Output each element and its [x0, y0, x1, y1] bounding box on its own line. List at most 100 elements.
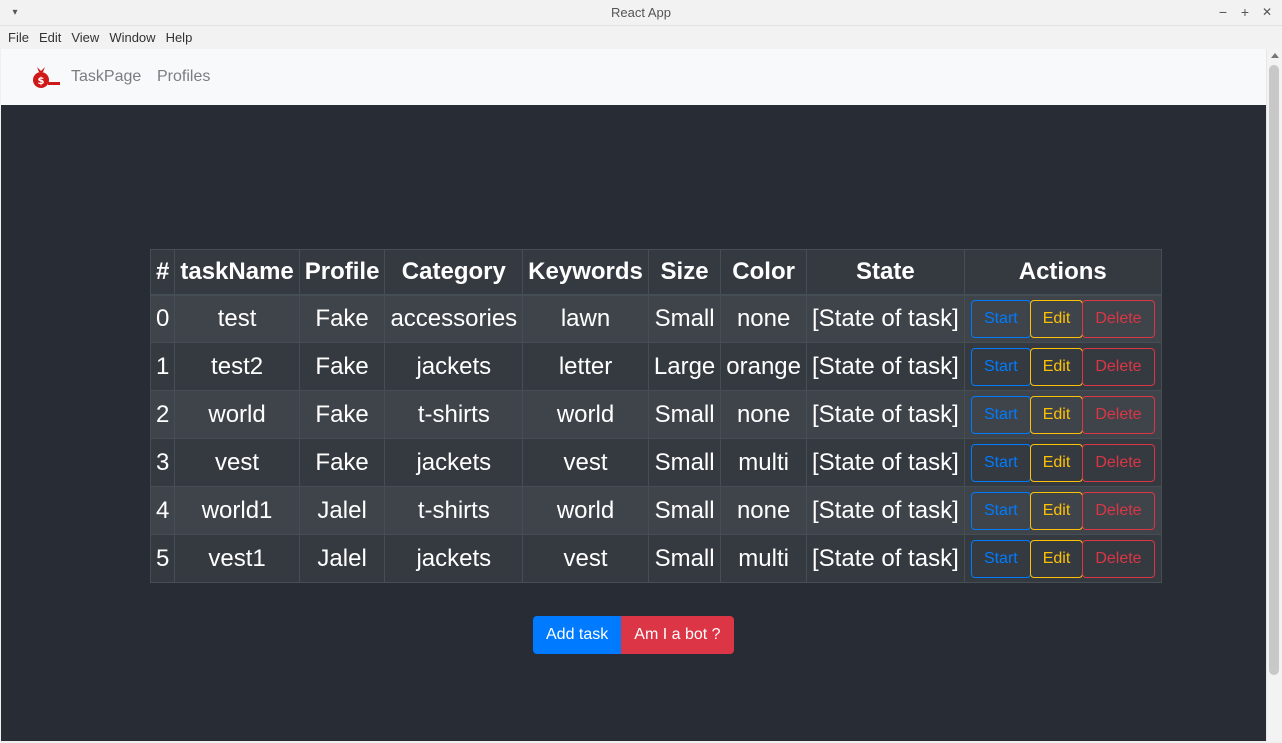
cell-color: none	[720, 486, 807, 535]
cell-actions: Start Edit Delete	[963, 342, 1162, 391]
cell-keywords: vest	[522, 438, 649, 487]
nav-link-profiles[interactable]: Profiles	[157, 67, 210, 87]
cell-size: Small	[647, 534, 722, 583]
table-row: 4 world1 Jalel t-shirts world Small none…	[149, 486, 1162, 535]
delete-button[interactable]: Delete	[1082, 299, 1155, 338]
edit-button[interactable]: Edit	[1029, 539, 1084, 578]
window-titlebar: ▾ React App − + ✕	[0, 0, 1282, 26]
table-row: 1 test2 Fake jackets letter Large orange…	[149, 342, 1162, 391]
cell-color: multi	[720, 534, 807, 583]
cell-keywords: letter	[522, 342, 649, 391]
minimize-icon[interactable]: −	[1214, 3, 1232, 21]
svg-text:$: $	[38, 76, 45, 87]
cell-category: jackets	[384, 438, 524, 487]
nav-link-taskpage[interactable]: TaskPage	[71, 67, 141, 87]
cell-category: jackets	[384, 534, 524, 583]
cell-index: 0	[149, 294, 176, 343]
delete-button[interactable]: Delete	[1082, 491, 1155, 530]
column-header-state: State	[806, 249, 965, 295]
page-viewport: $ TaskPage Profiles # taskName Profile C…	[1, 49, 1266, 741]
edit-button[interactable]: Edit	[1029, 347, 1084, 386]
cell-taskname: world1	[174, 486, 300, 535]
cell-state: [State of task]	[806, 294, 965, 343]
edit-button[interactable]: Edit	[1029, 443, 1084, 482]
column-header-profile: Profile	[298, 249, 386, 295]
cell-taskname: vest	[174, 438, 300, 487]
cell-actions: Start Edit Delete	[963, 534, 1162, 583]
menu-help[interactable]: Help	[161, 28, 198, 48]
delete-button[interactable]: Delete	[1082, 539, 1155, 578]
cell-index: 3	[149, 438, 176, 487]
column-header-category: Category	[384, 249, 524, 295]
cell-profile: Fake	[298, 438, 386, 487]
maximize-icon[interactable]: +	[1236, 3, 1254, 21]
cell-size: Small	[647, 294, 722, 343]
cell-color: none	[720, 294, 807, 343]
cell-profile: Jalel	[298, 534, 386, 583]
add-task-button[interactable]: Add task	[533, 616, 622, 654]
cell-actions: Start Edit Delete	[963, 438, 1162, 487]
am-i-a-bot-button[interactable]: Am I a bot ?	[621, 616, 734, 654]
cell-state: [State of task]	[806, 438, 965, 487]
cell-state: [State of task]	[806, 534, 965, 583]
cell-size: Small	[647, 486, 722, 535]
cell-keywords: vest	[522, 534, 649, 583]
start-button[interactable]: Start	[970, 539, 1031, 578]
cell-category: t-shirts	[384, 486, 524, 535]
menu-file[interactable]: File	[3, 28, 34, 48]
cell-actions: Start Edit Delete	[963, 390, 1162, 439]
start-button[interactable]: Start	[970, 299, 1031, 338]
table-row: 5 vest1 Jalel jackets vest Small multi […	[149, 534, 1162, 583]
table-header-row: # taskName Profile Category Keywords Siz…	[149, 249, 1162, 295]
cell-index: 2	[149, 390, 176, 439]
edit-button[interactable]: Edit	[1029, 395, 1084, 434]
money-bag-icon[interactable]: $	[31, 65, 61, 89]
cell-keywords: world	[522, 390, 649, 439]
cell-category: jackets	[384, 342, 524, 391]
delete-button[interactable]: Delete	[1082, 395, 1155, 434]
cell-actions: Start Edit Delete	[963, 486, 1162, 535]
vertical-scrollbar[interactable]	[1266, 49, 1281, 741]
delete-button[interactable]: Delete	[1082, 443, 1155, 482]
cell-profile: Fake	[298, 390, 386, 439]
cell-size: Small	[647, 438, 722, 487]
menu-window[interactable]: Window	[104, 28, 160, 48]
edit-button[interactable]: Edit	[1029, 299, 1084, 338]
cell-profile: Jalel	[298, 486, 386, 535]
cell-index: 1	[149, 342, 176, 391]
cell-color: multi	[720, 438, 807, 487]
start-button[interactable]: Start	[970, 395, 1031, 434]
edit-button[interactable]: Edit	[1029, 491, 1084, 530]
start-button[interactable]: Start	[970, 491, 1031, 530]
start-button[interactable]: Start	[970, 443, 1031, 482]
table-row: 2 world Fake t-shirts world Small none […	[149, 390, 1162, 439]
cell-color: none	[720, 390, 807, 439]
menu-edit[interactable]: Edit	[34, 28, 66, 48]
delete-button[interactable]: Delete	[1082, 347, 1155, 386]
menubar: File Edit View Window Help	[0, 26, 1282, 49]
cell-index: 5	[149, 534, 176, 583]
cell-index: 4	[149, 486, 176, 535]
cell-category: accessories	[384, 294, 524, 343]
column-header-index: #	[149, 249, 176, 295]
cell-state: [State of task]	[806, 342, 965, 391]
table-row: 3 vest Fake jackets vest Small multi [St…	[149, 438, 1162, 487]
cell-category: t-shirts	[384, 390, 524, 439]
column-header-actions: Actions	[963, 249, 1162, 295]
cell-keywords: lawn	[522, 294, 649, 343]
cell-taskname: test	[174, 294, 300, 343]
menu-view[interactable]: View	[66, 28, 104, 48]
cell-taskname: world	[174, 390, 300, 439]
scrollbar-thumb[interactable]	[1269, 65, 1279, 675]
close-icon[interactable]: ✕	[1258, 3, 1276, 21]
bottom-button-group: Add task Am I a bot ?	[533, 616, 734, 654]
window-title: React App	[611, 5, 671, 20]
scroll-up-arrow-icon[interactable]	[1271, 53, 1279, 58]
cell-actions: Start Edit Delete	[963, 294, 1162, 343]
column-header-keywords: Keywords	[522, 249, 649, 295]
cell-size: Large	[647, 342, 722, 391]
cell-profile: Fake	[298, 294, 386, 343]
start-button[interactable]: Start	[970, 347, 1031, 386]
cell-color: orange	[720, 342, 807, 391]
cell-keywords: world	[522, 486, 649, 535]
